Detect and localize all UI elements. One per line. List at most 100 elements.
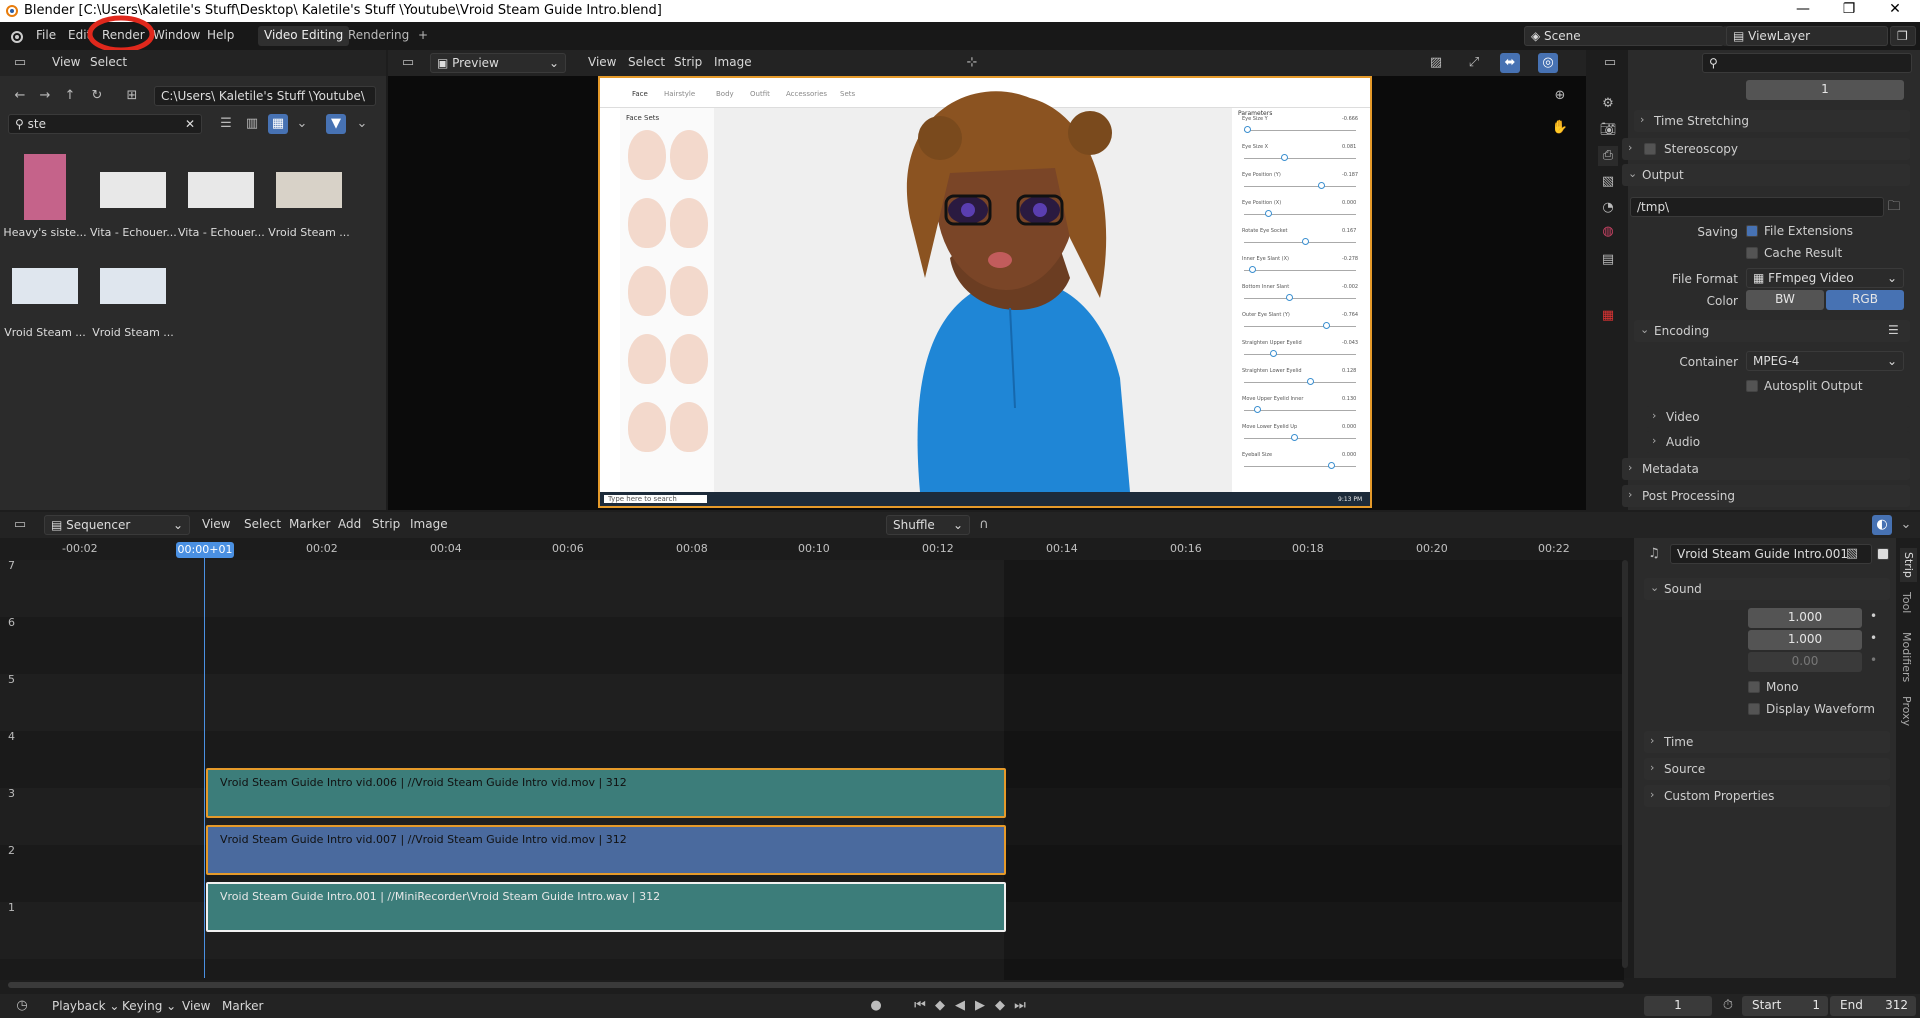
pivot-icon[interactable]: ⊹ xyxy=(962,53,982,73)
overlap-mode-dropdown[interactable]: Shuffle ⌄ xyxy=(886,515,970,535)
color-rgb-button[interactable]: RGB xyxy=(1826,290,1904,310)
preview-menu-select[interactable]: Select xyxy=(628,55,665,69)
sequencer-type-selector[interactable]: ▤ Sequencer ⌄ xyxy=(44,515,190,535)
menu-help[interactable]: Help xyxy=(207,28,234,42)
tab-modifiers[interactable]: Modifiers xyxy=(1900,632,1913,682)
mono-checkbox[interactable] xyxy=(1748,681,1760,693)
directory-path-field[interactable]: C:\Users\ Kaletile's Stuff \Youtube\ xyxy=(154,86,376,106)
filter-dropdown-icon[interactable]: ⌄ xyxy=(352,114,372,134)
display-thumbnails-icon[interactable]: ▦ xyxy=(268,114,288,134)
video-strip[interactable]: Vroid Steam Guide Intro vid.007 | //Vroi… xyxy=(206,825,1006,875)
scene-tab-icon[interactable]: ◔ xyxy=(1598,198,1618,218)
pitch-field[interactable]: 1.000 xyxy=(1748,630,1862,650)
pan-hand-icon[interactable]: ✋ xyxy=(1550,118,1570,138)
step-field[interactable]: 1 xyxy=(1746,80,1904,100)
file-thumbnail[interactable] xyxy=(276,172,342,208)
sidebar-toggle-icon[interactable]: ⌄ xyxy=(1896,515,1916,535)
overlays-icon[interactable]: ◎ xyxy=(1538,53,1558,73)
folder-browse-icon[interactable]: 🗀 xyxy=(1884,197,1904,217)
timeline-menu-keying[interactable]: Keying ⌄ xyxy=(122,999,176,1013)
metadata-panel[interactable]: › Metadata xyxy=(1622,458,1910,480)
timeline-menu-playback[interactable]: Playback ⌄ xyxy=(52,999,119,1013)
tool-settings-icon[interactable]: ⬌ xyxy=(1500,53,1520,73)
seq-menu-strip[interactable]: Strip xyxy=(372,517,400,531)
new-view-layer-icon[interactable]: ❐ xyxy=(1890,26,1916,46)
editor-type-icon[interactable]: ▭ xyxy=(1600,53,1620,73)
preview-range-icon[interactable]: ⏱ xyxy=(1718,996,1738,1016)
preview-menu-strip[interactable]: Strip xyxy=(674,55,702,69)
maximize-button[interactable]: ❐ xyxy=(1826,1,1872,17)
play-reverse-icon[interactable]: ◀ xyxy=(950,996,970,1016)
file-thumbnail[interactable] xyxy=(100,172,166,208)
view-type-selector[interactable]: ▣ Preview ⌄ xyxy=(430,53,566,73)
encoding-panel[interactable]: ⌄ Encoding ☰ xyxy=(1634,320,1910,342)
texture-tab-icon[interactable]: ▦ xyxy=(1598,306,1618,326)
output-tab-icon[interactable]: ⎙ xyxy=(1598,146,1618,166)
clear-search-icon[interactable]: ✕ xyxy=(185,117,195,131)
add-workspace-button[interactable]: + xyxy=(412,26,434,46)
close-window-button[interactable]: ✕ xyxy=(1872,1,1918,17)
color-bw-button[interactable]: BW xyxy=(1746,290,1824,310)
display-channels-icon[interactable]: ▨ xyxy=(1426,53,1446,73)
preview-menu-image[interactable]: Image xyxy=(714,55,752,69)
sound-panel[interactable]: ⌄ Sound xyxy=(1644,578,1890,600)
filter-search-input[interactable]: ⚲ ste ✕ xyxy=(8,114,202,134)
seq-menu-add[interactable]: Add xyxy=(338,517,361,531)
pitch-keyframe-icon[interactable]: • xyxy=(1870,631,1877,645)
start-frame-field[interactable]: Start 1 xyxy=(1742,996,1828,1016)
timeline-menu-marker[interactable]: Marker xyxy=(222,999,263,1013)
seq-menu-marker[interactable]: Marker xyxy=(289,517,330,531)
tab-tool[interactable]: Tool xyxy=(1900,592,1913,613)
view-layer-tab-icon[interactable]: ▧ xyxy=(1598,172,1618,192)
display-waveform-checkbox[interactable] xyxy=(1748,703,1760,715)
editor-type-icon[interactable]: ▭ xyxy=(10,53,30,73)
file-thumbnail[interactable] xyxy=(24,154,66,220)
refresh-icon[interactable]: ↻ xyxy=(87,86,107,106)
end-frame-field[interactable]: End 312 xyxy=(1830,996,1916,1016)
seq-menu-select[interactable]: Select xyxy=(244,517,281,531)
audio-strip[interactable]: Vroid Steam Guide Intro.001 | //MiniReco… xyxy=(206,882,1006,932)
prev-keyframe-icon[interactable]: ◆ xyxy=(930,996,950,1016)
tab-strip[interactable]: Strip xyxy=(1900,548,1917,582)
audio-panel[interactable]: › Audio xyxy=(1646,431,1910,453)
display-dropdown-icon[interactable]: ⌄ xyxy=(292,114,312,134)
file-thumbnail[interactable] xyxy=(12,268,78,304)
playhead-line[interactable] xyxy=(204,558,205,978)
output-path-field[interactable]: /tmp\ xyxy=(1630,197,1884,217)
presets-icon[interactable]: ☰ xyxy=(1888,323,1899,337)
volume-keyframe-icon[interactable]: • xyxy=(1870,609,1877,623)
vertical-scrollbar[interactable] xyxy=(1622,560,1628,968)
tab-proxy[interactable]: Proxy xyxy=(1900,696,1913,726)
stereoscopy-panel[interactable]: › Stereoscopy xyxy=(1622,138,1910,160)
new-folder-icon[interactable]: ⊞ xyxy=(122,86,142,106)
view-layer-selector[interactable]: ▤ ViewLayer xyxy=(1726,26,1888,46)
menu-window[interactable]: Window xyxy=(153,28,200,42)
scene-selector[interactable]: ◈ Scene xyxy=(1524,26,1724,46)
horizontal-scrollbar[interactable] xyxy=(8,982,1624,988)
render-tab-icon[interactable]: 📷︎ xyxy=(1598,120,1618,140)
seq-menu-image[interactable]: Image xyxy=(410,517,448,531)
next-keyframe-icon[interactable]: ◆ xyxy=(990,996,1010,1016)
fb-menu-select[interactable]: Select xyxy=(90,55,127,69)
timeline-editor-icon[interactable]: ◷ xyxy=(12,996,32,1016)
jump-start-icon[interactable]: ⏮ xyxy=(910,996,930,1016)
file-thumbnail[interactable] xyxy=(100,268,166,304)
tab-video-editing[interactable]: Video Editing xyxy=(258,26,350,46)
parent-dir-icon[interactable]: ↑ xyxy=(60,86,80,106)
menu-file[interactable]: File xyxy=(36,28,56,42)
file-extensions-checkbox[interactable] xyxy=(1746,225,1758,237)
playhead-time-indicator[interactable]: 00:00+01 xyxy=(176,542,234,558)
fb-menu-view[interactable]: View xyxy=(52,55,80,69)
autosplit-checkbox[interactable] xyxy=(1746,380,1758,392)
play-icon[interactable]: ▶ xyxy=(970,996,990,1016)
forward-icon[interactable]: → xyxy=(35,86,55,106)
gizmo-icon[interactable]: ⤢ xyxy=(1464,53,1484,73)
blender-menu-icon[interactable] xyxy=(8,28,24,44)
seq-menu-view[interactable]: View xyxy=(202,517,230,531)
strip-mute-checkbox[interactable] xyxy=(1877,548,1889,560)
overlay-toggle-icon[interactable]: ◐ xyxy=(1872,515,1892,535)
video-panel[interactable]: › Video xyxy=(1646,406,1910,428)
display-horizontal-icon[interactable]: ▥ xyxy=(242,114,262,134)
file-format-dropdown[interactable]: ▦ FFmpeg Video ⌄ xyxy=(1746,268,1904,288)
custom-properties-panel[interactable]: › Custom Properties xyxy=(1644,785,1890,807)
